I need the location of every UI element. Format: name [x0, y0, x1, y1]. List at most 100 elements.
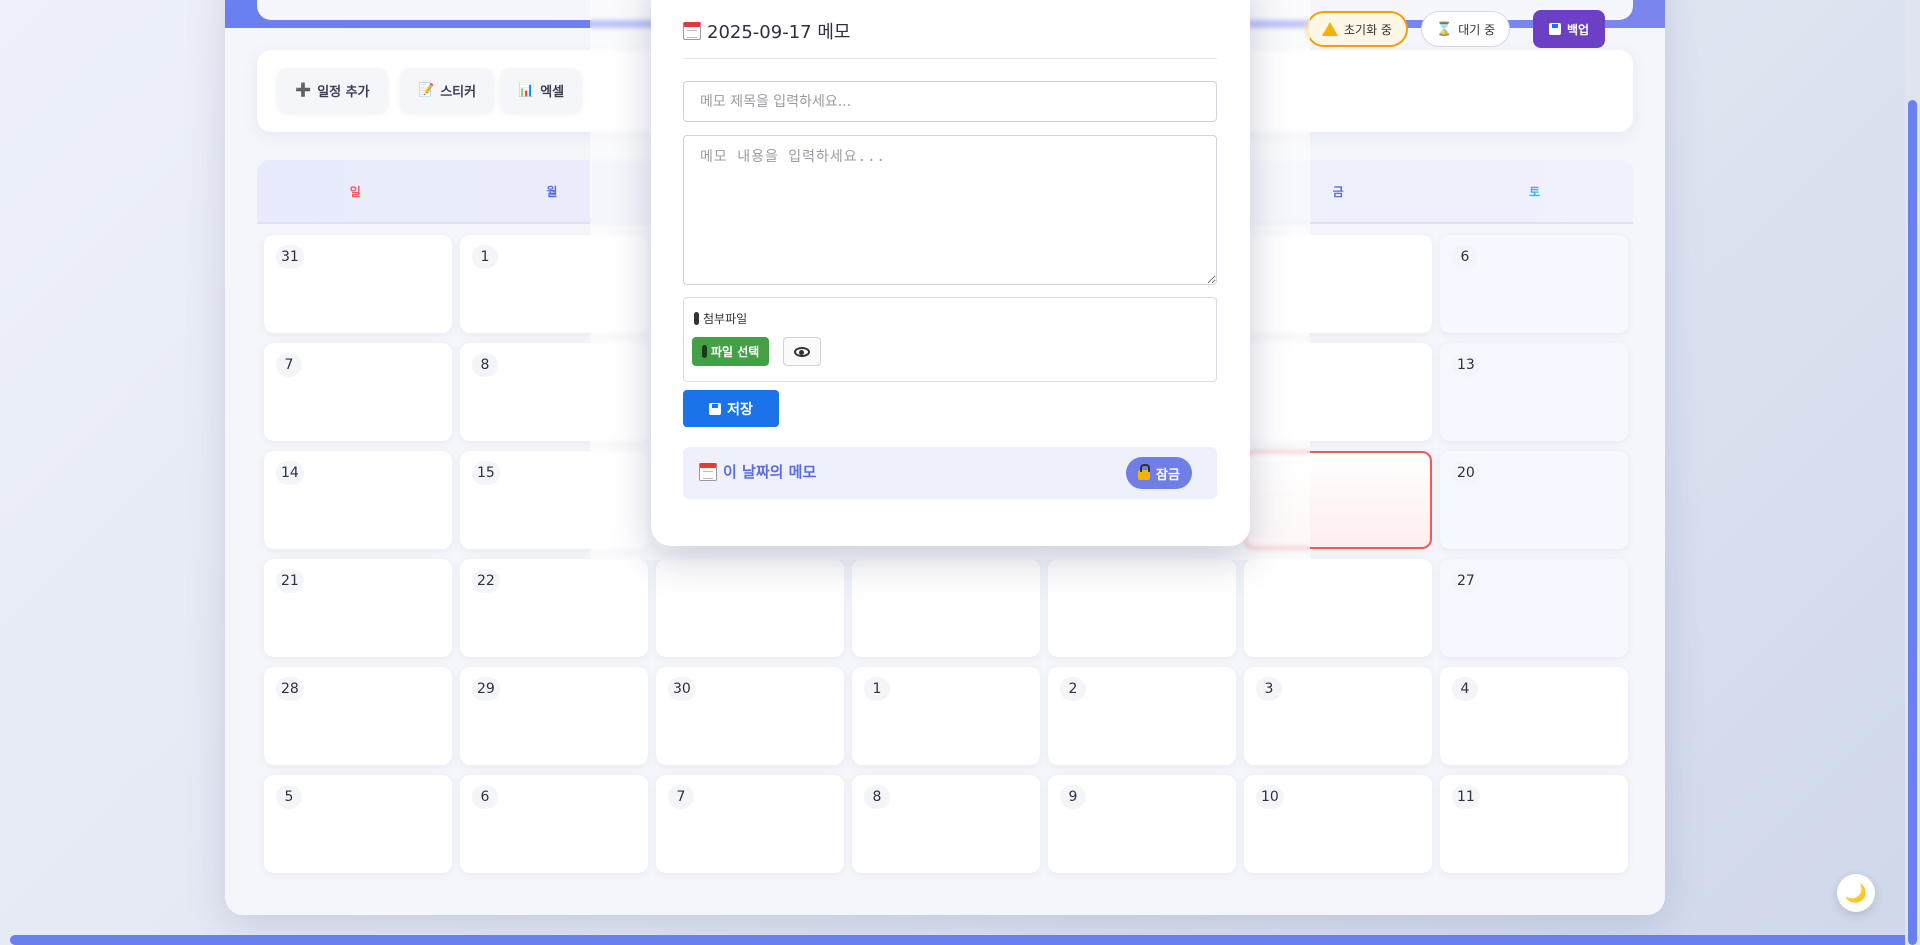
day-number: 1 — [864, 677, 890, 701]
calendar-day-cell[interactable]: 31 — [264, 235, 452, 333]
lock-button[interactable]: 잠금 — [1126, 457, 1192, 489]
day-number: 6 — [472, 785, 498, 809]
file-select-label: 파일 선택 — [711, 345, 760, 359]
attachment-section: 첨부파일 파일 선택 — [683, 297, 1217, 382]
day-number: 7 — [668, 785, 694, 809]
hourglass-icon: ⌛ — [1436, 21, 1453, 37]
calendar-day-cell[interactable] — [1244, 559, 1432, 657]
weekday-label: 토 — [1529, 184, 1541, 199]
excel-label: 엑셀 — [540, 84, 565, 100]
status-initializing-label: 초기화 중 — [1344, 22, 1392, 37]
calendar-day-cell[interactable]: 30 — [656, 667, 844, 765]
day-number: 31 — [276, 245, 304, 269]
save-label: 저장 — [727, 401, 753, 418]
modal-title-text: 2025-09-17 메모 — [707, 22, 851, 43]
day-number: 4 — [1452, 677, 1478, 701]
calendar-day-cell[interactable]: 1 — [852, 667, 1040, 765]
calendar-day-cell[interactable]: 14 — [264, 451, 452, 549]
calendar-day-cell[interactable]: 28 — [264, 667, 452, 765]
memo-body-textarea[interactable] — [683, 135, 1217, 285]
calendar-day-cell[interactable]: 22 — [460, 559, 648, 657]
memo-modal: 2025-09-17 메모 첨부파일 파일 선택 저장 이 날짜의 메모 잠금 — [651, 0, 1250, 546]
day-number: 2 — [1060, 677, 1086, 701]
backup-button[interactable]: 백업 — [1533, 10, 1606, 48]
day-number: 27 — [1452, 569, 1480, 593]
day-number: 1 — [472, 245, 498, 269]
file-select-button[interactable]: 파일 선택 — [692, 337, 770, 366]
day-number: 20 — [1452, 461, 1480, 485]
day-number: 9 — [1060, 785, 1086, 809]
date-memo-list: 이 날짜의 메모 잠금 — [683, 447, 1217, 499]
calendar-day-cell[interactable] — [1048, 559, 1236, 657]
plus-icon: ➕ — [295, 82, 312, 98]
chart-icon: 📊 — [518, 82, 535, 98]
day-number: 3 — [1256, 677, 1282, 701]
save-button[interactable]: 저장 — [683, 390, 779, 427]
modal-title: 2025-09-17 메모 — [683, 18, 850, 44]
weekday-label: 일 — [349, 184, 361, 199]
preview-button[interactable] — [783, 337, 821, 366]
lock-icon — [1138, 464, 1150, 480]
calendar-day-cell[interactable]: 7 — [656, 775, 844, 873]
calendar-day-cell[interactable]: 27 — [1440, 559, 1628, 657]
floppy-icon — [709, 402, 722, 415]
calendar-day-cell[interactable]: 20 — [1440, 451, 1628, 549]
memo-list-title: 이 날짜의 메모 — [699, 461, 816, 482]
day-number: 28 — [276, 677, 304, 701]
calendar-day-cell[interactable]: 3 — [1244, 667, 1432, 765]
status-initializing: 초기화 중 — [1306, 11, 1408, 47]
calendar-day-cell[interactable]: 6 — [460, 775, 648, 873]
bottom-progress-bar — [10, 935, 1912, 945]
calendar-day-cell[interactable] — [852, 559, 1040, 657]
calendar-day-cell[interactable]: 6 — [1440, 235, 1628, 333]
day-number: 13 — [1452, 353, 1480, 377]
calendar-icon — [683, 22, 701, 40]
calendar-day-cell[interactable]: 10 — [1244, 775, 1432, 873]
lock-label: 잠금 — [1156, 467, 1180, 483]
memo-title-input[interactable] — [683, 81, 1217, 122]
calendar-icon — [699, 462, 717, 481]
attachment-label: 첨부파일 — [694, 310, 747, 327]
sticker-label: 스티커 — [440, 84, 477, 100]
day-number: 7 — [276, 353, 302, 377]
calendar-day-cell[interactable]: 13 — [1440, 343, 1628, 441]
day-number: 8 — [472, 353, 498, 377]
calendar-day-cell[interactable]: 4 — [1440, 667, 1628, 765]
memo-icon: 📝 — [418, 82, 435, 98]
calendar-day-cell[interactable]: 2 — [1048, 667, 1236, 765]
calendar-day-cell[interactable]: 7 — [264, 343, 452, 441]
calendar-day-cell[interactable]: 9 — [1048, 775, 1236, 873]
attachment-label-text: 첨부파일 — [703, 312, 748, 326]
theme-toggle-button[interactable]: 🌙 — [1837, 874, 1875, 912]
excel-button[interactable]: 📊 엑셀 — [500, 68, 583, 112]
divider — [683, 58, 1217, 59]
status-waiting-label: 대기 중 — [1458, 22, 1496, 37]
day-number: 15 — [472, 461, 500, 485]
floppy-icon — [1549, 23, 1561, 35]
sticker-button[interactable]: 📝 스티커 — [400, 68, 495, 112]
day-number: 5 — [276, 785, 302, 809]
day-number: 11 — [1452, 785, 1480, 809]
scrollbar[interactable] — [1905, 0, 1920, 945]
memo-list-title-text: 이 날짜의 메모 — [723, 463, 817, 481]
day-number: 10 — [1256, 785, 1284, 809]
add-event-button[interactable]: ➕ 일정 추가 — [277, 68, 388, 112]
moon-icon: 🌙 — [1844, 882, 1868, 903]
day-number: 6 — [1452, 245, 1478, 269]
calendar-day-cell[interactable]: 8 — [852, 775, 1040, 873]
scrollbar-thumb[interactable] — [1908, 100, 1917, 945]
day-number: 22 — [472, 569, 500, 593]
backup-label: 백업 — [1567, 22, 1590, 37]
paperclip-icon — [694, 312, 699, 325]
day-number: 29 — [472, 677, 500, 701]
calendar-day-cell[interactable] — [656, 559, 844, 657]
calendar-day-cell[interactable]: 11 — [1440, 775, 1628, 873]
eye-icon — [794, 346, 810, 357]
day-number: 30 — [668, 677, 696, 701]
status-waiting: ⌛ 대기 중 — [1421, 11, 1511, 47]
calendar-day-cell[interactable]: 5 — [264, 775, 452, 873]
calendar-day-cell[interactable]: 21 — [264, 559, 452, 657]
add-event-label: 일정 추가 — [317, 84, 370, 100]
calendar-day-cell[interactable]: 29 — [460, 667, 648, 765]
day-number: 21 — [276, 569, 304, 593]
